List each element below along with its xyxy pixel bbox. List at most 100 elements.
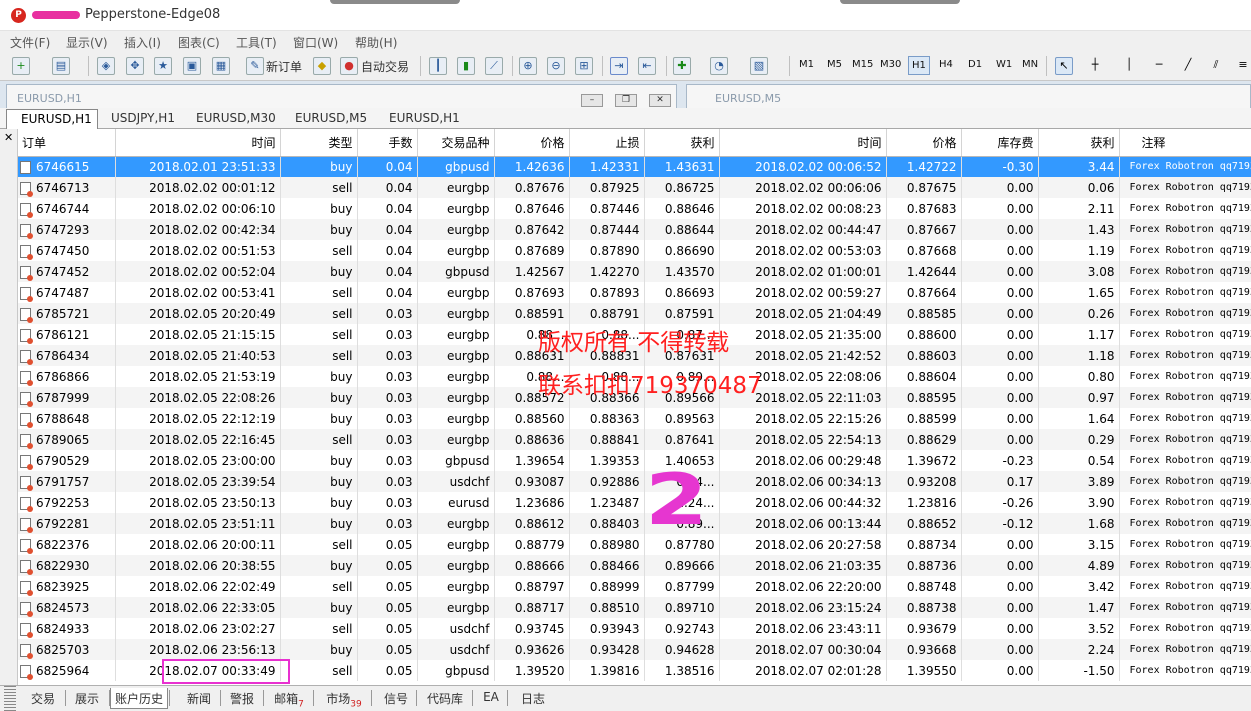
table-row[interactable]: 6824933 2018.02.06 23:02:27 sell 0.05 usdchf… <box>18 618 1251 639</box>
terminal-tab[interactable]: 警报 <box>222 688 262 709</box>
periods-icon[interactable]: ◔ <box>710 57 728 75</box>
table-row[interactable]: 6791757 2018.02.05 23:39:54 buy 0.03 usdchf 0… <box>18 471 1251 492</box>
market-watch-icon[interactable]: ◈ <box>97 57 115 75</box>
column-header[interactable]: 订单 <box>18 129 116 157</box>
table-row[interactable]: 6747452 2018.02.02 00:52:04 buy 0.04 gbpusd 1… <box>18 261 1251 282</box>
column-header[interactable]: 时间 <box>115 129 281 157</box>
trendline-icon[interactable]: ╱ <box>1179 57 1197 75</box>
tile-windows-icon[interactable]: ⊞ <box>575 57 593 75</box>
column-header[interactable]: 库存费 <box>961 129 1039 157</box>
indicators-icon[interactable]: ✚ <box>673 57 691 75</box>
templates-icon[interactable]: ▧ <box>750 57 768 75</box>
menu-tools[interactable]: 工具(T) <box>236 34 277 51</box>
timeframe-m30[interactable]: M30 <box>880 59 901 70</box>
column-header[interactable]: 时间 <box>719 129 887 157</box>
horizontal-line-icon[interactable]: ─ <box>1150 57 1168 75</box>
panel-grip[interactable] <box>4 686 16 711</box>
terminal-tab[interactable]: EA <box>476 688 506 709</box>
tester-icon[interactable]: ▦ <box>212 57 230 75</box>
timeframe-h1[interactable]: H1 <box>908 56 930 75</box>
terminal-tab[interactable]: 交易 <box>22 688 64 709</box>
column-header[interactable]: 交易品种 <box>417 129 495 157</box>
new-order-icon[interactable]: ✎ <box>246 57 264 75</box>
table-row[interactable]: 6792281 2018.02.05 23:51:11 buy 0.03 eurgbp 0… <box>18 513 1251 534</box>
chart-tab[interactable]: EURUSD,H1 <box>6 109 98 129</box>
menu-file[interactable]: 文件(F) <box>10 34 50 51</box>
favorites-icon[interactable]: ★ <box>154 57 172 75</box>
timeframe-m1[interactable]: M1 <box>799 59 814 70</box>
table-row[interactable]: 6785721 2018.02.05 20:20:49 sell 0.03 eurgbp… <box>18 303 1251 324</box>
bar-chart-icon[interactable]: ┃ <box>429 57 447 75</box>
table-row[interactable]: 6790529 2018.02.05 23:00:00 buy 0.03 gbpusd 1… <box>18 450 1251 471</box>
menu-view[interactable]: 显示(V) <box>66 34 108 51</box>
close-icon[interactable]: ✕ <box>649 94 671 107</box>
menu-insert[interactable]: 插入(I) <box>124 34 161 51</box>
menu-help[interactable]: 帮助(H) <box>355 34 397 51</box>
table-row[interactable]: 6825703 2018.02.06 23:56:13 buy 0.05 usdchf 0… <box>18 639 1251 660</box>
table-row[interactable]: 6746744 2018.02.02 00:06:10 buy 0.04 eurgbp 0… <box>18 198 1251 219</box>
table-row[interactable]: 6788648 2018.02.05 22:12:19 buy 0.03 eurgbp 0… <box>18 408 1251 429</box>
table-row[interactable]: 6792253 2018.02.05 23:50:13 buy 0.03 eurusd 1… <box>18 492 1251 513</box>
chart-tab[interactable]: EURUSD,H1 <box>389 109 460 129</box>
metaeditor-icon[interactable]: ◆ <box>313 57 331 75</box>
column-header[interactable]: 类型 <box>280 129 358 157</box>
autoscroll-icon[interactable]: ⇥ <box>610 57 628 75</box>
terminal-tab[interactable]: 展示 <box>66 688 108 709</box>
chart-window-eurusd-h1[interactable]: EURUSD,H1 – ❐ ✕ <box>6 84 677 108</box>
terminal-tab[interactable]: 代码库 <box>419 688 471 709</box>
column-header[interactable]: 注释 <box>1119 129 1251 157</box>
table-row[interactable]: 6787999 2018.02.05 22:08:26 buy 0.03 eurgbp 0… <box>18 387 1251 408</box>
column-header[interactable]: 价格 <box>886 129 962 157</box>
menu-window[interactable]: 窗口(W) <box>293 34 338 51</box>
line-chart-icon[interactable]: ⟋ <box>485 57 503 75</box>
table-row[interactable]: 6746615 2018.02.01 23:51:33 buy 0.04 gbpusd 1… <box>18 156 1251 177</box>
timeframe-w1[interactable]: W1 <box>996 59 1012 70</box>
column-header[interactable]: 价格 <box>494 129 570 157</box>
table-row[interactable]: 6822376 2018.02.06 20:00:11 sell 0.05 eurgbp… <box>18 534 1251 555</box>
terminal-tab[interactable]: 账户历史 <box>110 688 168 709</box>
column-header[interactable]: 获利 <box>1038 129 1120 157</box>
vertical-line-icon[interactable]: │ <box>1120 57 1138 75</box>
chart-tab[interactable]: EURUSD,M30 <box>196 109 276 129</box>
channel-icon[interactable]: ⫽ <box>1207 57 1225 75</box>
candlestick-icon[interactable]: ▮ <box>457 57 475 75</box>
column-header[interactable]: 止损 <box>569 129 645 157</box>
table-row[interactable]: 6786434 2018.02.05 21:40:53 sell 0.03 eurgbp… <box>18 345 1251 366</box>
auto-trading-button[interactable]: 自动交易 <box>361 56 409 76</box>
restore-icon[interactable]: ❐ <box>615 94 637 107</box>
chart-tab[interactable]: EURUSD,M5 <box>295 109 367 129</box>
column-header[interactable]: 手数 <box>357 129 418 157</box>
menu-charts[interactable]: 图表(C) <box>178 34 220 51</box>
zoom-out-icon[interactable]: ⊖ <box>547 57 565 75</box>
table-row[interactable]: 6747487 2018.02.02 00:53:41 sell 0.04 eurgbp… <box>18 282 1251 303</box>
terminal-tab[interactable]: 邮箱7 <box>266 688 312 709</box>
chart-shift-icon[interactable]: ⇤ <box>638 57 656 75</box>
terminal-tab[interactable]: 新闻 <box>179 688 219 709</box>
close-icon[interactable]: ✕ <box>4 131 13 144</box>
auto-trading-icon[interactable]: ● <box>340 57 358 75</box>
fibonacci-icon[interactable]: ≡ <box>1234 57 1251 75</box>
chart-tab[interactable]: USDJPY,H1 <box>111 109 175 129</box>
new-order-button[interactable]: 新订单 <box>266 56 302 76</box>
table-row[interactable]: 6823925 2018.02.06 22:02:49 sell 0.05 eurgbp… <box>18 576 1251 597</box>
table-row[interactable]: 6824573 2018.02.06 22:33:05 buy 0.05 eurgbp 0… <box>18 597 1251 618</box>
terminal-tab[interactable]: 日志 <box>513 688 553 709</box>
chart-window-eurusd-m5[interactable]: EURUSD,M5 <box>686 84 1251 108</box>
column-header[interactable]: 获利 <box>644 129 720 157</box>
zoom-in-icon[interactable]: ⊕ <box>519 57 537 75</box>
minimize-icon[interactable]: – <box>581 94 603 107</box>
terminal-tab[interactable]: 市场39 <box>318 688 370 709</box>
table-row[interactable]: 6786121 2018.02.05 21:15:15 sell 0.03 eurgbp… <box>18 324 1251 345</box>
timeframe-d1[interactable]: D1 <box>968 59 982 70</box>
terminal-icon[interactable]: ▣ <box>183 57 201 75</box>
cursor-icon[interactable]: ↖ <box>1055 57 1073 75</box>
timeframe-h4[interactable]: H4 <box>939 59 953 70</box>
timeframe-mn[interactable]: MN <box>1022 59 1038 70</box>
table-row[interactable]: 6822930 2018.02.06 20:38:55 buy 0.05 eurgbp 0… <box>18 555 1251 576</box>
table-row[interactable]: 6747293 2018.02.02 00:42:34 buy 0.04 eurgbp 0… <box>18 219 1251 240</box>
timeframe-m15[interactable]: M15 <box>852 59 873 70</box>
navigator-icon[interactable]: ✥ <box>126 57 144 75</box>
terminal-tab[interactable]: 信号 <box>377 688 415 709</box>
table-row[interactable]: 6746713 2018.02.02 00:01:12 sell 0.04 eurgbp… <box>18 177 1251 198</box>
crosshair-icon[interactable]: ┼ <box>1086 57 1104 75</box>
